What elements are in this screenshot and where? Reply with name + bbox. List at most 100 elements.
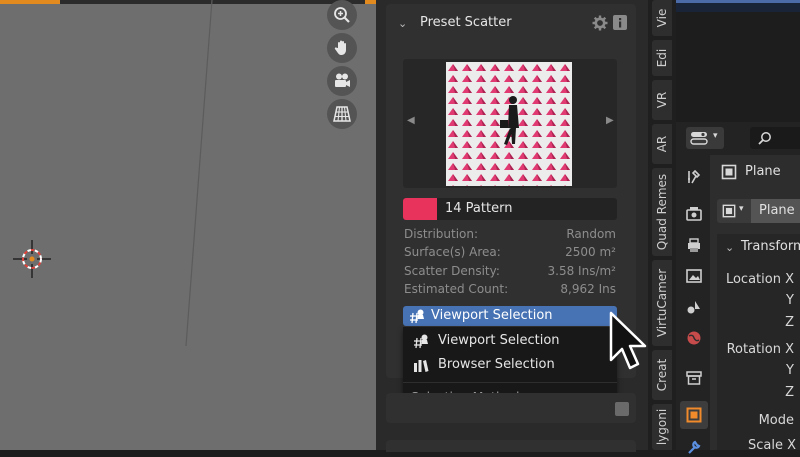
info-value: 2500 m² [565,245,616,259]
tab-label: Edi [655,48,669,68]
collapsed-panel[interactable] [386,440,636,452]
tab-label: Quad Remes [655,173,669,251]
object-name-field[interactable]: Plane [751,199,800,223]
tab-label: Vie [655,8,669,28]
properties-editor-icon [690,132,708,145]
info-row-scatter-density: Scatter Density: 3.58 Ins/m² [404,264,616,282]
collapse-chevron-icon[interactable]: ⌄ [725,241,734,254]
info-value: Random [566,227,616,241]
info-row-surface-area: Surface(s) Area: 2500 m² [404,245,616,263]
location-y-label: Y [786,293,794,308]
info-icon[interactable] [615,402,629,416]
next-preset-icon[interactable]: ▶ [606,115,614,126]
tab-quad-remesher[interactable]: Quad Remes [652,168,672,256]
outliner-selection-highlight [676,0,800,3]
scene-shapes-icon [687,301,700,314]
tab-label: lygoni [655,408,669,446]
tab-render[interactable] [684,204,704,224]
menu-item-label: Browser Selection [438,357,555,372]
asset-browser-icon [414,360,429,372]
object-data-row: ▾ Plane [717,199,800,223]
chevron-down-icon: ▾ [739,204,744,214]
hand-pan-icon [334,40,346,55]
tab-modifiers[interactable] [684,437,704,457]
object-name[interactable]: Plane [745,164,781,179]
tab-label: VR [655,91,669,109]
tab-label: VirtuCamer [655,268,669,338]
info-value: 3.58 Ins/m² [547,264,616,278]
preset-thumbnail[interactable] [446,62,572,186]
object-browse-button[interactable]: ▾ [717,199,751,223]
tab-tool[interactable] [684,167,704,187]
properties-search-input[interactable] [750,127,800,149]
chevron-down-icon: ▾ [713,131,718,141]
collapse-chevron-icon[interactable]: ⌄ [398,17,407,30]
preset-name-field[interactable]: 14 Pattern [403,198,617,220]
rotation-z-label: Z [785,385,794,400]
tool-wrench-icon [688,169,701,184]
previous-preset-icon[interactable]: ◀ [407,115,415,126]
tab-polygoniq[interactable]: lygoni [652,404,672,450]
transform-section: ⌄ Transform Location X Y Z Rotation X Y … [717,234,800,453]
tab-view-layer[interactable] [684,266,704,286]
scatter-pattern-image [446,62,572,186]
camera-icon [335,73,350,87]
editor-type-button[interactable]: ▾ [686,127,724,149]
info-label: Distribution: [404,227,479,241]
3d-viewport[interactable] [0,0,376,450]
tab-output[interactable] [684,235,704,255]
tab-virtucamera[interactable]: VirtuCamer [652,260,672,346]
menu-item-browser-selection[interactable]: Browser Selection [403,354,617,376]
collapsed-panel[interactable] [386,393,636,423]
world-globe-icon [687,331,701,345]
properties-tab-bar [676,155,710,454]
preset-preview: ◀ ▶ [403,59,617,188]
tab-ar[interactable]: AR [652,124,672,164]
tab-create[interactable]: Creat [652,350,672,400]
object-data-name: Plane [759,203,795,218]
rotation-x-label: Rotation X [726,342,794,357]
output-printer-icon [688,238,700,252]
rotation-y-label: Y [786,363,794,378]
preset-color-swatch[interactable] [403,198,437,220]
tab-object-active[interactable] [680,401,708,429]
camera-view-button[interactable] [327,66,357,96]
zoom-button[interactable] [327,0,357,30]
pan-button[interactable] [327,33,357,63]
collection-box-icon [686,371,702,385]
scale-x-label: Scale X [747,438,796,453]
object-name-row: Plane [717,161,800,183]
selection-method-dropdown[interactable]: Viewport Selection [403,306,617,326]
outliner-region [676,0,800,12]
mouse-cursor-icon [609,311,647,370]
search-icon [758,132,771,145]
properties-header: ▾ [676,122,800,155]
tab-edit[interactable]: Edi [652,40,672,76]
panel-title: Preset Scatter [420,15,512,30]
sidebar-tabs: Vie Edi VR AR Quad Remes VirtuCamer Crea… [648,0,676,450]
object-square-icon [686,407,702,423]
section-title[interactable]: Transform [741,239,800,254]
zoom-icon [334,7,350,23]
info-label: Surface(s) Area: [404,245,501,259]
info-row-estimated-count: Estimated Count: 8,962 Ins [404,282,616,300]
tab-vr[interactable]: VR [652,80,672,120]
perspective-toggle-button[interactable] [327,99,357,129]
preset-name: 14 Pattern [445,201,513,216]
info-value: 8,962 Ins [560,282,616,296]
dropdown-selected-value: Viewport Selection [431,308,553,323]
tab-view[interactable]: Vie [652,0,672,36]
gear-icon[interactable] [592,15,608,31]
info-label: Estimated Count: [404,282,509,296]
info-icon[interactable] [613,15,627,31]
modifier-wrench-icon [688,440,701,454]
3d-cursor-icon[interactable] [11,238,53,280]
location-x-label: Location X [725,272,794,287]
tab-world[interactable] [684,328,704,348]
rotation-mode-label: Mode [758,413,794,428]
tab-collection[interactable] [684,368,704,388]
menu-item-viewport-selection[interactable]: Viewport Selection [403,330,617,352]
tab-scene[interactable] [684,297,704,317]
render-camera-icon [686,207,702,221]
region-gap [676,12,800,122]
